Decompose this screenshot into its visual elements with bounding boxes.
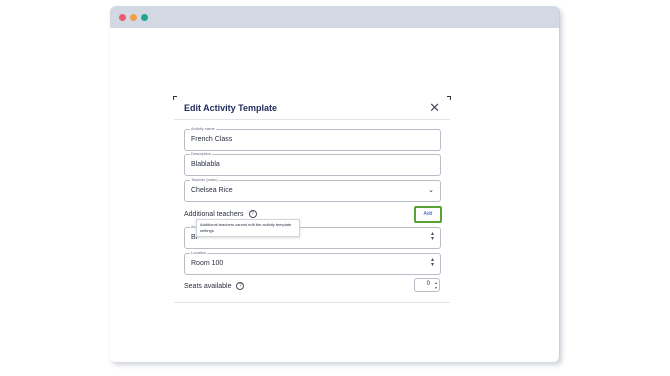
activity-name-value: French Class <box>191 136 233 143</box>
location-select[interactable]: Location Room 100 ▴ ▾ <box>184 250 441 275</box>
add-teacher-button[interactable]: Add <box>414 206 442 223</box>
header-divider <box>174 119 450 120</box>
additional-teachers-row: Additional teachers ? <box>184 210 257 218</box>
modal-title: Edit Activity Template <box>184 103 278 113</box>
activity-name-field[interactable]: Activity name French Class <box>184 126 441 151</box>
additional-teachers-tooltip: Additional teachers cannot edit the acti… <box>196 219 300 237</box>
seats-row: Seats available ? <box>184 282 245 290</box>
modal-corner-left <box>173 96 177 100</box>
location-value: Room 100 <box>191 260 224 267</box>
chevron-down-icon: ⌄ <box>428 187 434 194</box>
seats-stepper[interactable]: 0 ▴ ▾ <box>414 278 440 292</box>
seats-label: Seats available <box>184 282 232 290</box>
description-label: Description <box>190 151 213 156</box>
stepper-arrows-icon[interactable]: ▴ ▾ <box>435 280 437 290</box>
help-icon[interactable]: ? <box>236 282 245 290</box>
maximize-window-dot[interactable] <box>141 14 148 21</box>
help-icon[interactable]: ? <box>248 210 257 218</box>
close-icon[interactable]: ✕ <box>429 100 440 116</box>
window-titlebar <box>110 6 559 28</box>
teacher-value: Chelsea Rice <box>191 187 233 194</box>
location-label: Location <box>190 250 208 255</box>
close-window-dot[interactable] <box>119 14 126 21</box>
modal-corner-right <box>447 96 451 100</box>
description-value: Blablabla <box>191 161 220 168</box>
description-field[interactable]: Description Blablabla <box>184 151 441 176</box>
teacher-label: Teacher (main) <box>190 177 219 182</box>
seats-value: 0 <box>426 281 430 287</box>
minimize-window-dot[interactable] <box>130 14 137 21</box>
footer-divider <box>174 302 450 303</box>
additional-teachers-label: Additional teachers <box>184 210 244 218</box>
edit-activity-template-modal: Edit Activity Template ✕ Activity name F… <box>173 96 451 303</box>
teacher-select[interactable]: Teacher (main) Chelsea Rice ⌄ <box>184 177 441 202</box>
up-down-icon: ▴ ▾ <box>430 257 434 268</box>
up-down-icon: ▴ ▾ <box>430 231 434 242</box>
activity-name-label: Activity name <box>190 126 216 131</box>
